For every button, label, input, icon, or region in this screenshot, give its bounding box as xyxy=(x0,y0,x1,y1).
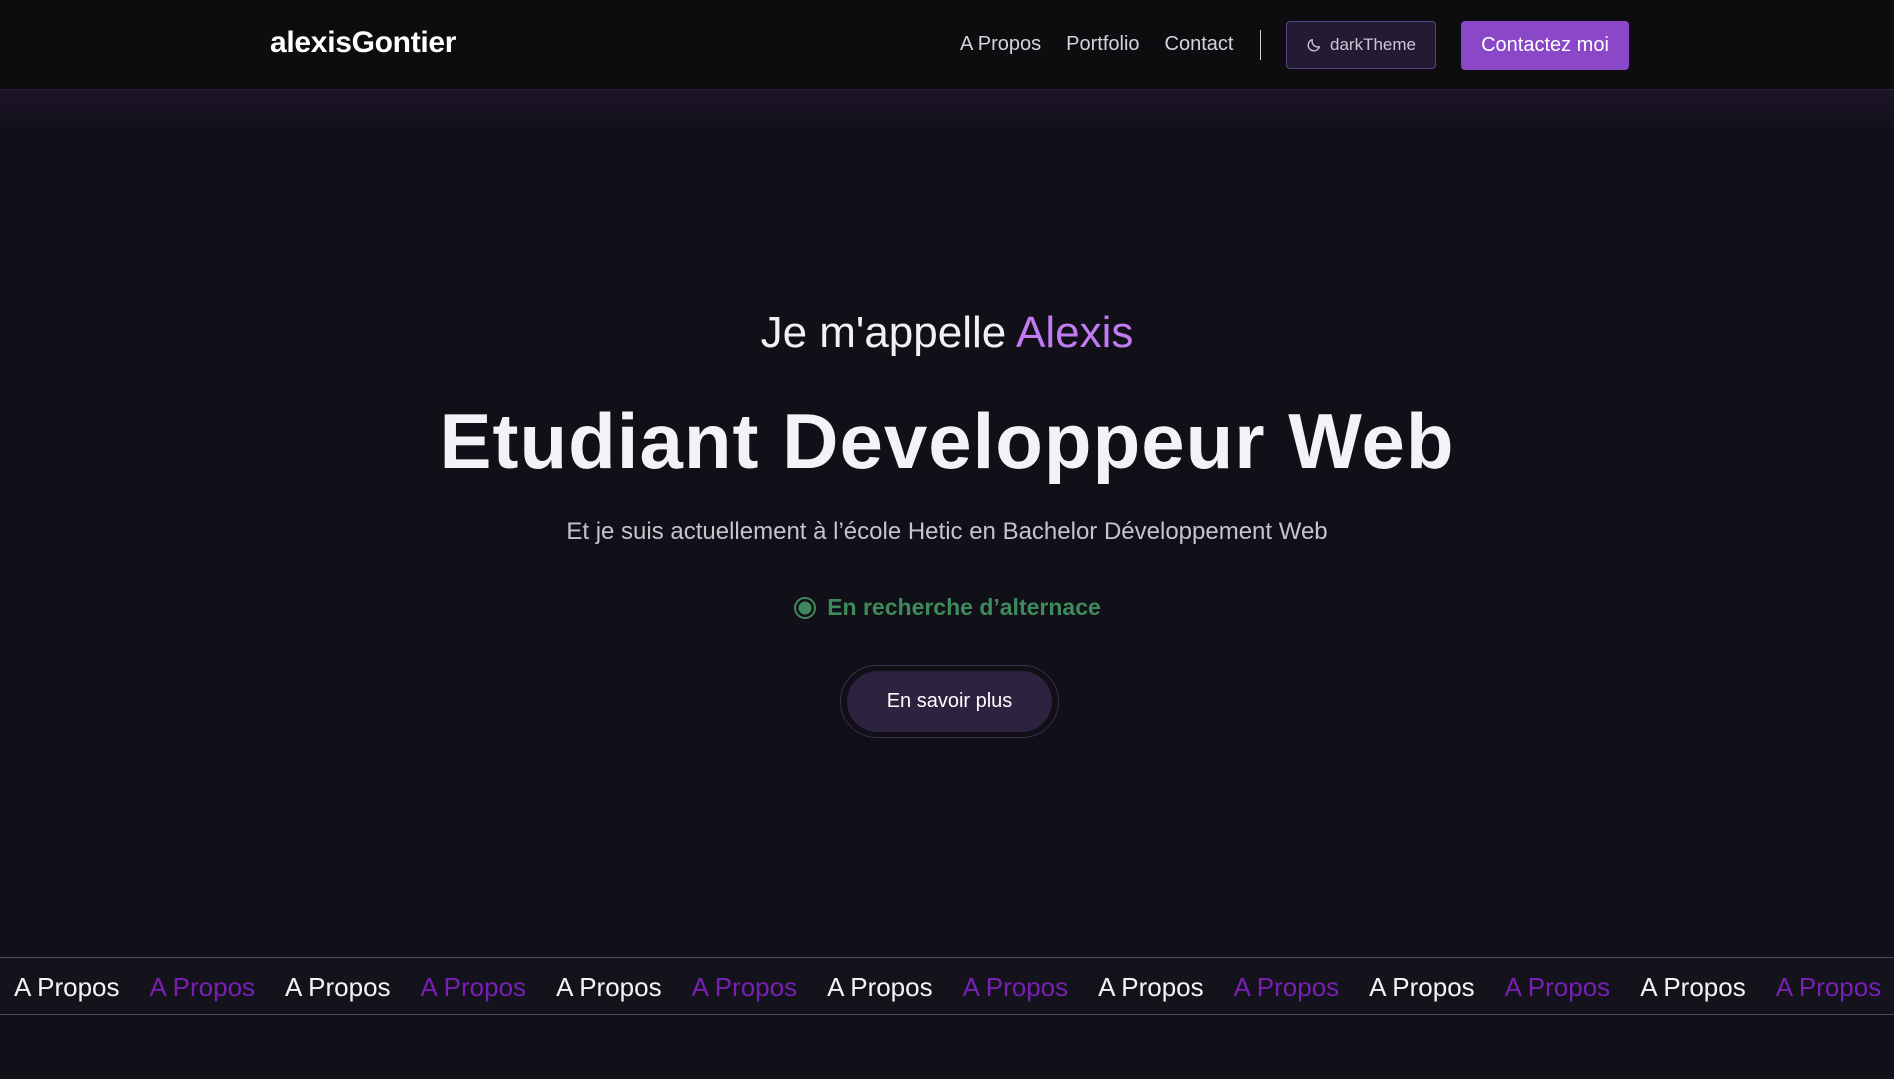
main-nav: A Propos Portfolio Contact xyxy=(960,33,1233,56)
marquee-item: A Propos xyxy=(1504,972,1611,1002)
marquee-item: A Propos xyxy=(14,972,120,1002)
hero-subline: Et je suis actuellement à l’école Hetic … xyxy=(566,518,1328,545)
status-dot-icon xyxy=(794,596,817,619)
site-logo[interactable]: alexisGontier xyxy=(270,26,456,60)
nav-link-contact[interactable]: Contact xyxy=(1165,33,1234,56)
marquee-item: A Propos xyxy=(285,972,391,1002)
nav-divider xyxy=(1260,30,1261,60)
site-header: alexisGontier A Propos Portfolio Contact… xyxy=(0,0,1894,90)
marquee-item: A Propos xyxy=(691,972,798,1002)
marquee-item: A Propos xyxy=(1775,972,1882,1002)
learn-more-button[interactable]: En savoir plus xyxy=(847,671,1052,732)
marquee-item: A Propos xyxy=(962,972,1069,1002)
nav-link-a-propos[interactable]: A Propos xyxy=(960,33,1041,56)
status-badge: En recherche d’alternace xyxy=(0,594,1894,621)
hero-intro-prefix: Je m'appelle xyxy=(760,308,1007,357)
marquee-item: A Propos xyxy=(1640,972,1746,1002)
nav-link-portfolio[interactable]: Portfolio xyxy=(1066,33,1139,56)
theme-toggle-label: darkTheme xyxy=(1330,35,1416,54)
page: alexisGontier A Propos Portfolio Contact… xyxy=(0,0,1894,1079)
marquee-track: A Propos A Propos A Propos A Propos A Pr… xyxy=(14,972,1894,1003)
marquee-item: A Propos xyxy=(149,972,256,1002)
marquee-band: A Propos A Propos A Propos A Propos A Pr… xyxy=(0,957,1894,1015)
status-text: En recherche d’alternace xyxy=(827,594,1101,620)
hero-headline: Etudiant Developpeur Web xyxy=(439,397,1455,485)
marquee-item: A Propos xyxy=(1233,972,1340,1002)
hero-intro: Je m'appelle Alexis xyxy=(0,308,1894,358)
marquee-item: A Propos xyxy=(827,972,933,1002)
marquee-item: A Propos xyxy=(420,972,527,1002)
header-glow xyxy=(0,90,1894,135)
marquee-item: A Propos xyxy=(1369,972,1475,1002)
hero-intro-name: Alexis xyxy=(1016,308,1134,357)
marquee-item: A Propos xyxy=(556,972,662,1002)
contact-button[interactable]: Contactez moi xyxy=(1461,21,1629,70)
theme-toggle-button[interactable]: darkTheme xyxy=(1286,21,1436,69)
moon-icon xyxy=(1307,39,1320,52)
cta-outline: En savoir plus xyxy=(840,665,1059,738)
marquee-item: A Propos xyxy=(1098,972,1204,1002)
